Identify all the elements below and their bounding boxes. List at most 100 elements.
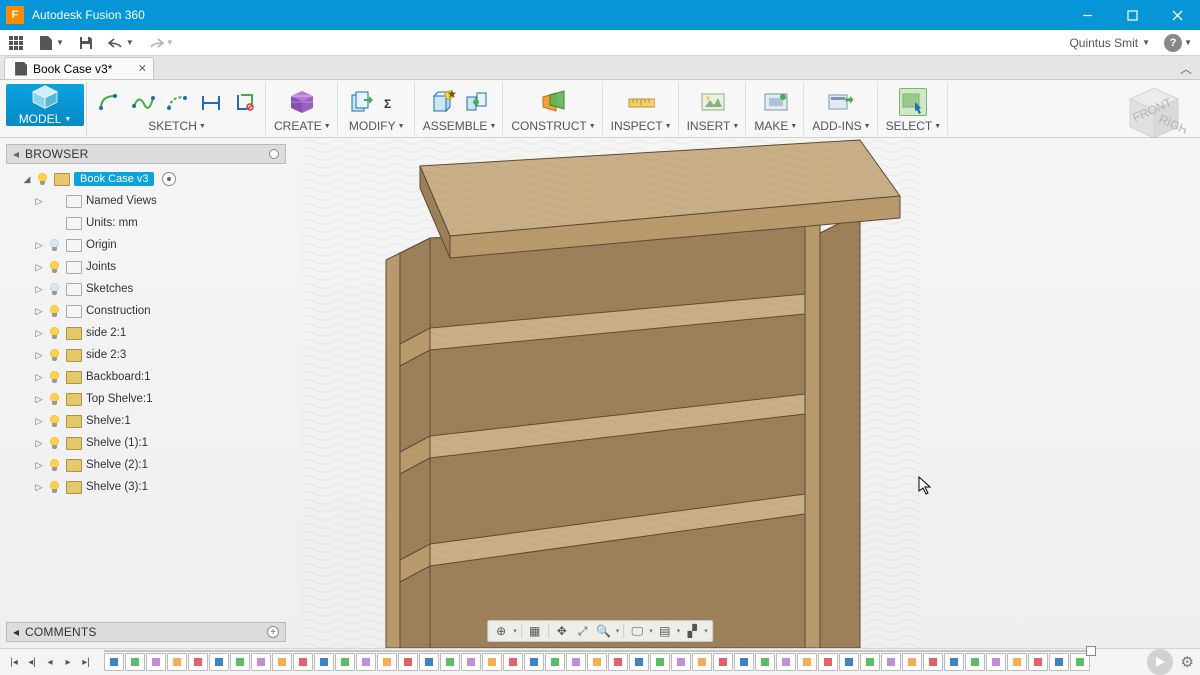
timeline-feature[interactable] [1007, 653, 1027, 671]
spline-tool-icon[interactable] [129, 88, 157, 116]
timeline-feature[interactable] [272, 653, 292, 671]
timeline-marker[interactable] [1086, 646, 1096, 656]
select-tool-icon[interactable] [899, 88, 927, 116]
ribbon-sketch-label[interactable]: SKETCH▼ [148, 119, 206, 133]
expand-icon[interactable]: ▷ [34, 438, 44, 449]
timeline-feature[interactable] [146, 653, 166, 671]
tree-item[interactable]: Units: mm [6, 212, 286, 234]
expand-icon[interactable]: ◢ [22, 174, 32, 185]
ribbon-construct-label[interactable]: CONSTRUCT▼ [511, 119, 595, 133]
timeline-feature[interactable] [608, 653, 628, 671]
ribbon-make-label[interactable]: MAKE▼ [754, 119, 797, 133]
measure-icon[interactable] [627, 88, 655, 116]
minimize-button[interactable] [1065, 0, 1110, 30]
pan-icon[interactable]: ✥ [553, 622, 571, 640]
visibility-bulb-icon[interactable] [48, 370, 62, 384]
visibility-bulb-icon[interactable] [48, 392, 62, 406]
close-button[interactable] [1155, 0, 1200, 30]
timeline-feature[interactable] [503, 653, 523, 671]
tree-item[interactable]: ▷Origin [6, 234, 286, 256]
viewport-layout-icon[interactable]: ▞ [683, 622, 701, 640]
timeline-feature[interactable] [566, 653, 586, 671]
ribbon-assemble-label[interactable]: ASSEMBLE▼ [423, 119, 497, 133]
ribbon-create-label[interactable]: CREATE▼ [274, 119, 331, 133]
dimension-tool-icon[interactable] [197, 88, 225, 116]
expand-icon[interactable]: ▷ [34, 306, 44, 317]
timeline-feature[interactable] [965, 653, 985, 671]
help-button[interactable]: ?▼ [1164, 34, 1192, 52]
tree-item[interactable]: ▷Construction [6, 300, 286, 322]
tree-item[interactable]: ▷Shelve:1 [6, 410, 286, 432]
timeline-feature[interactable] [356, 653, 376, 671]
tabs-expand-icon[interactable]: ︿ [1180, 60, 1192, 77]
activate-icon[interactable] [162, 172, 176, 186]
close-tab-icon[interactable]: ✕ [138, 62, 147, 75]
timeline-feature[interactable] [1028, 653, 1048, 671]
construct-plane-icon[interactable] [540, 88, 568, 116]
tree-item[interactable]: ▷side 2:1 [6, 322, 286, 344]
orbit-icon[interactable]: ⊕ [492, 622, 510, 640]
insert-decal-icon[interactable] [699, 88, 727, 116]
joint-icon[interactable] [463, 88, 491, 116]
ribbon-select-label[interactable]: SELECT▼ [886, 119, 942, 133]
timeline-feature[interactable] [1049, 653, 1069, 671]
file-menu-button[interactable]: ▼ [38, 35, 64, 51]
data-panel-button[interactable] [8, 35, 24, 51]
timeline-feature[interactable] [587, 653, 607, 671]
trim-tool-icon[interactable] [231, 88, 259, 116]
tree-item[interactable]: ▷Named Views [6, 190, 286, 212]
look-at-icon[interactable]: ▦ [526, 622, 544, 640]
tree-item[interactable]: ▷Shelve (1):1 [6, 432, 286, 454]
undo-button[interactable]: ▼ [108, 35, 134, 51]
ribbon-inspect-label[interactable]: INSPECT▼ [611, 119, 672, 133]
new-component-icon[interactable]: ★ [429, 88, 457, 116]
ribbon-addins-label[interactable]: ADD-INS▼ [812, 119, 870, 133]
browser-collapse-icon[interactable]: ◂ [13, 147, 19, 161]
display-settings-icon[interactable]: 🖵 [628, 622, 646, 640]
timeline-feature[interactable] [230, 653, 250, 671]
tree-item[interactable]: ▷Shelve (3):1 [6, 476, 286, 498]
visibility-bulb-icon[interactable] [48, 282, 62, 296]
expand-icon[interactable]: ▷ [34, 240, 44, 251]
timeline-feature[interactable] [671, 653, 691, 671]
tree-item[interactable]: ▷Joints [6, 256, 286, 278]
timeline-feature[interactable] [629, 653, 649, 671]
timeline-settings-icon[interactable]: ⚙ [1181, 653, 1194, 671]
expand-icon[interactable]: ▷ [34, 460, 44, 471]
ribbon-modify-label[interactable]: MODIFY▼ [349, 119, 405, 133]
timeline-feature[interactable] [944, 653, 964, 671]
workspace-model-button[interactable]: MODEL▼ [6, 84, 84, 126]
fit-icon[interactable]: 🔍 [595, 622, 613, 640]
expand-icon[interactable]: ▷ [34, 350, 44, 361]
addins-scripts-icon[interactable] [827, 88, 855, 116]
user-menu[interactable]: Quintus Smit▼ [1069, 36, 1150, 50]
visibility-bulb-icon[interactable] [36, 172, 50, 186]
timeline-feature[interactable] [755, 653, 775, 671]
expand-icon[interactable]: ▷ [34, 372, 44, 383]
timeline-feature[interactable] [419, 653, 439, 671]
make-3dprint-icon[interactable] [762, 88, 790, 116]
timeline-step-back-button[interactable]: ◂| [24, 654, 40, 670]
visibility-bulb-icon[interactable] [48, 238, 62, 252]
timeline-feature[interactable] [251, 653, 271, 671]
timeline-feature[interactable] [692, 653, 712, 671]
view-cube[interactable]: FRONT RIGHT [1122, 82, 1186, 146]
timeline-feature[interactable] [818, 653, 838, 671]
timeline-feature[interactable] [650, 653, 670, 671]
visibility-bulb-icon[interactable] [48, 458, 62, 472]
timeline-feature[interactable] [524, 653, 544, 671]
visibility-bulb-icon[interactable] [48, 304, 62, 318]
tree-item[interactable]: ▷Sketches [6, 278, 286, 300]
tree-item[interactable]: ▷Backboard:1 [6, 366, 286, 388]
grid-settings-icon[interactable]: ▤ [656, 622, 674, 640]
timeline-feature[interactable] [398, 653, 418, 671]
tree-item[interactable]: ▷side 2:3 [6, 344, 286, 366]
timeline-feature[interactable] [776, 653, 796, 671]
canvas-viewport[interactable]: ◂ BROWSER ◢ Book Case v3 ▷Named ViewsUni… [0, 138, 1200, 648]
expand-icon[interactable]: ▷ [34, 262, 44, 273]
expand-icon[interactable]: ▷ [34, 394, 44, 405]
timeline-end-button[interactable]: ▸| [78, 654, 94, 670]
timeline-feature[interactable] [839, 653, 859, 671]
zoom-icon[interactable]: ⤢ [574, 622, 592, 640]
visibility-bulb-icon[interactable] [48, 348, 62, 362]
